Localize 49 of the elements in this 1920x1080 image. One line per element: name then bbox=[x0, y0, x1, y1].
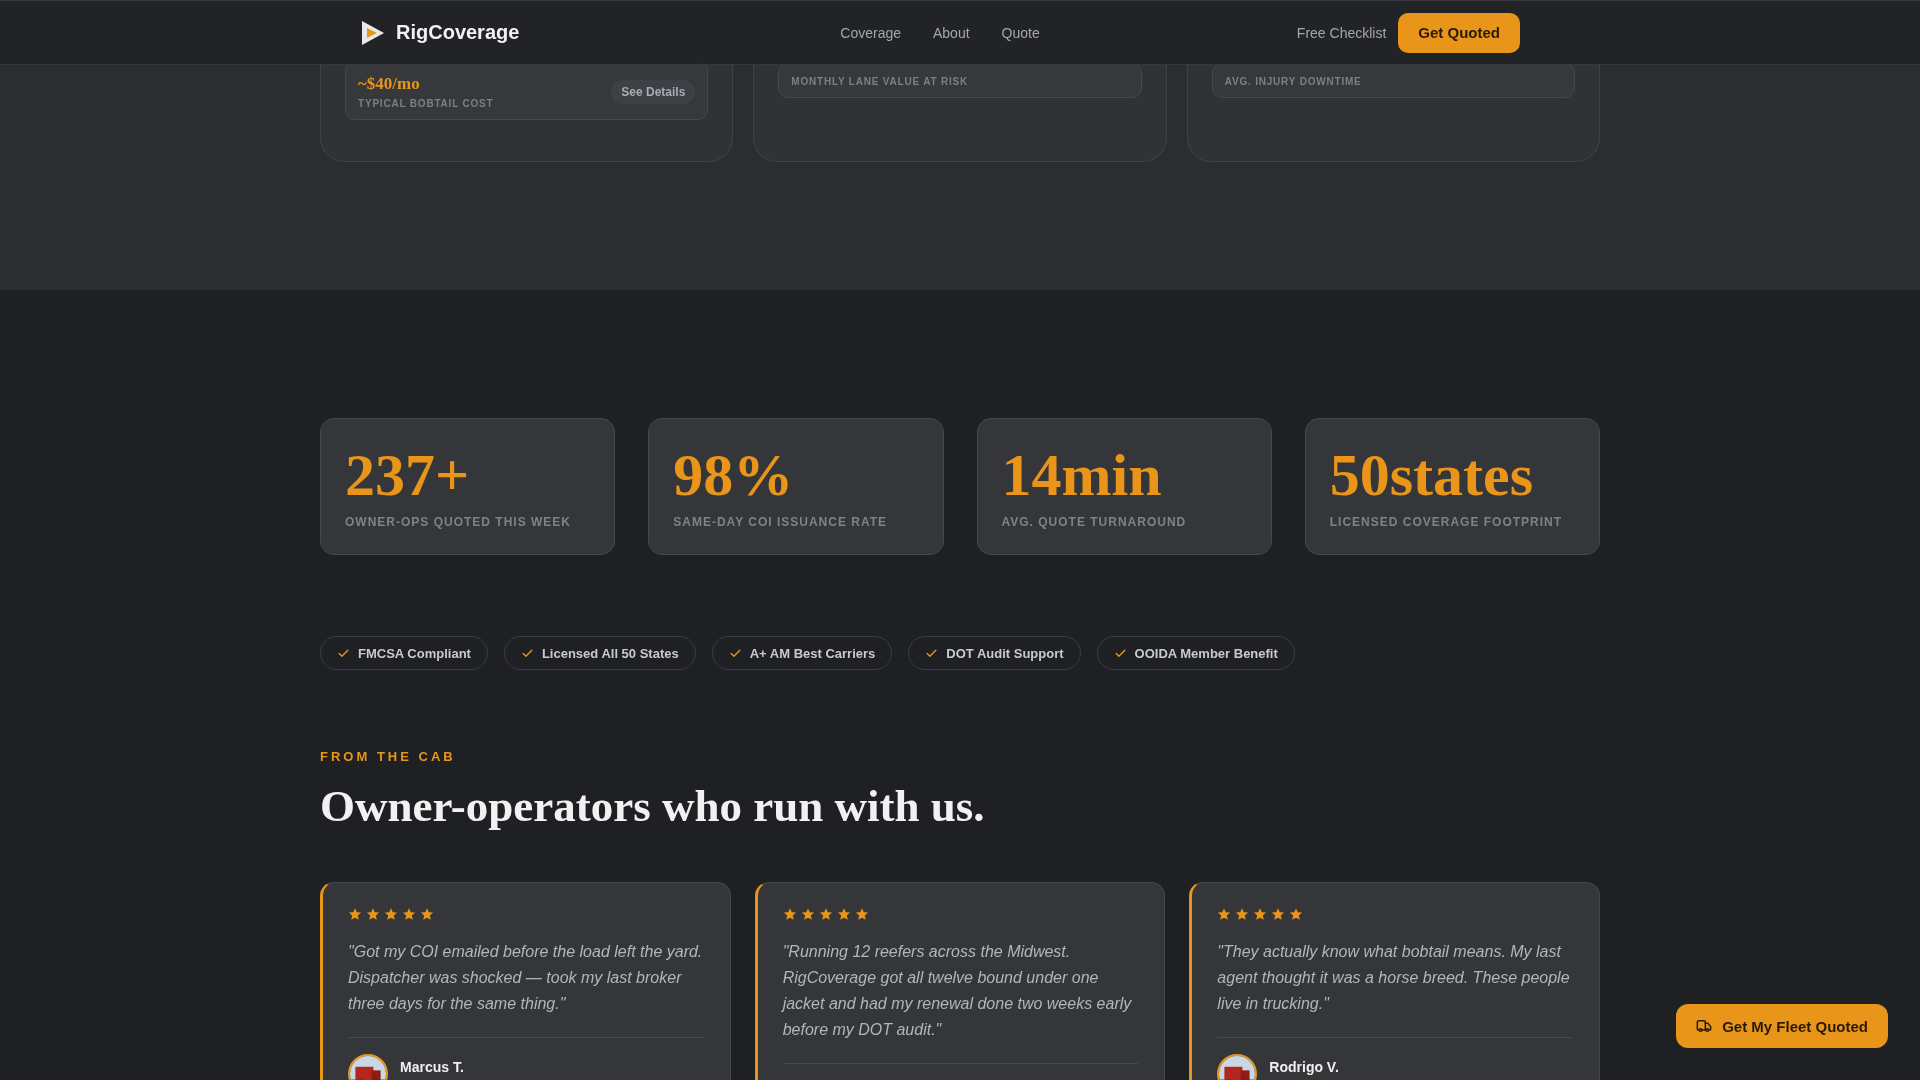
star-icon bbox=[1271, 907, 1286, 921]
stat-label: AVG. QUOTE TURNAROUND bbox=[1001, 515, 1188, 529]
star-icon bbox=[366, 907, 380, 921]
author-name: Marcus T. bbox=[400, 1059, 464, 1075]
fleet-quote-button[interactable]: Get My Fleet Quoted bbox=[1676, 1004, 1888, 1048]
section-heading: Owner-operators who run with us. bbox=[320, 780, 986, 832]
stat-label: OWNER-OPS QUOTED THIS WEEK bbox=[345, 515, 572, 529]
stat-value: 237+ bbox=[345, 441, 471, 509]
stat-label: MONTHLY LANE VALUE AT RISK bbox=[791, 76, 969, 87]
badge-label: DOT Audit Support bbox=[946, 645, 1064, 661]
badge-label: OOIDA Member Benefit bbox=[1134, 645, 1278, 661]
badge-label: A+ AM Best Carriers bbox=[749, 645, 876, 661]
stat-label: SAME-DAY COI ISSUANCE RATE bbox=[673, 515, 889, 529]
price-value: ~$40/mo bbox=[358, 74, 421, 94]
star-icon bbox=[384, 907, 398, 921]
testimonial-quote: "Got my COI emailed before the load left the yard. Dispatcher was shocked — took my last broker three days for the same thing." bbox=[348, 942, 704, 1014]
star-icon bbox=[1253, 907, 1268, 921]
star-icon bbox=[1217, 907, 1232, 921]
star-icon bbox=[1289, 907, 1304, 921]
section-eyebrow: FROM THE CAB bbox=[320, 749, 457, 764]
stat-value: 14min bbox=[1001, 441, 1163, 509]
star-icon bbox=[1235, 907, 1250, 921]
details-button[interactable]: See Details bbox=[611, 79, 696, 104]
testimonial-quote: "Running 12 reefers across the Midwest. RigCoverage got all twelve bound under one jacket and had my renewal done two weeks early before my DOT audit." bbox=[782, 942, 1133, 1040]
stat-label: AVG. INJURY DOWNTIME bbox=[1224, 76, 1362, 87]
get-quoted-button[interactable]: Get Quoted bbox=[1398, 12, 1520, 53]
star-icon bbox=[836, 907, 851, 921]
nav-link[interactable]: Quote bbox=[1001, 24, 1040, 41]
author-name: Rodrigo V. bbox=[1269, 1059, 1339, 1075]
badge-label: Licensed All 50 States bbox=[541, 645, 679, 661]
nav-link[interactable]: About bbox=[933, 24, 970, 41]
star-icon bbox=[420, 907, 434, 921]
star-icon bbox=[800, 907, 815, 921]
logo-icon bbox=[360, 18, 386, 47]
star-icon bbox=[854, 907, 869, 921]
testimonial-quote: "They actually know what bobtail means. My last agent thought it was a horse breed. These people live in trucking." bbox=[1217, 942, 1571, 1014]
brand-name: RigCoverage bbox=[396, 21, 520, 44]
stat-value: 98% bbox=[673, 441, 795, 509]
stat-label: TYPICAL BOBTAIL COST bbox=[358, 98, 494, 109]
checklist-link[interactable]: Free Checklist bbox=[1296, 24, 1387, 41]
star-icon bbox=[782, 907, 797, 921]
nav-link[interactable]: Coverage bbox=[840, 24, 901, 41]
truck-icon bbox=[1696, 1018, 1713, 1034]
badge-label: FMCSA Compliant bbox=[358, 645, 471, 661]
stat-label: LICENSED COVERAGE FOOTPRINT bbox=[1329, 515, 1564, 529]
star-icon bbox=[348, 907, 362, 921]
stat-value: 50states bbox=[1329, 441, 1535, 509]
star-icon bbox=[818, 907, 833, 921]
star-icon bbox=[402, 907, 416, 921]
